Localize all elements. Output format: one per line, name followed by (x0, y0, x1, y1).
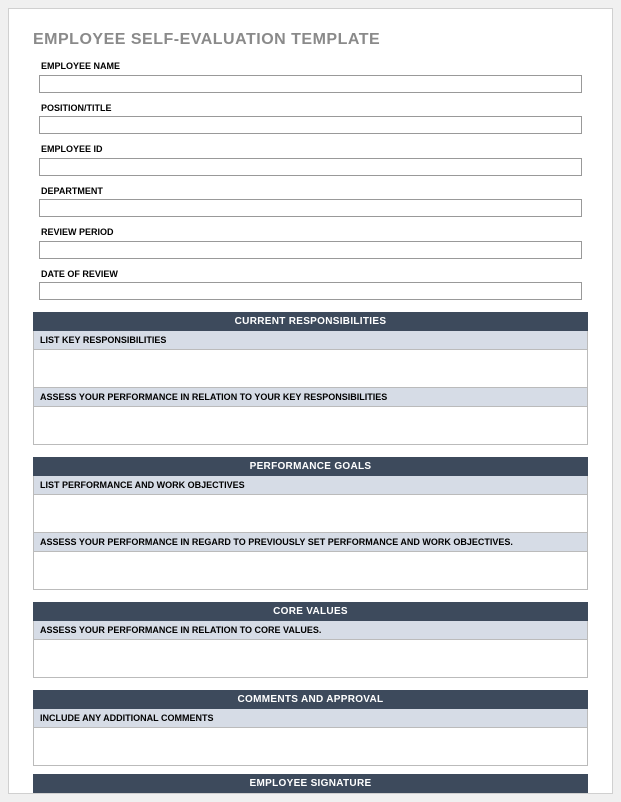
section-sub-label: LIST KEY RESPONSIBILITIES (33, 331, 588, 350)
section-core-values: CORE VALUES ASSESS YOUR PERFORMANCE IN R… (33, 602, 588, 678)
field-date-of-review: DATE OF REVIEW (39, 269, 582, 301)
section-header: CORE VALUES (33, 602, 588, 621)
section-header: CURRENT RESPONSIBILITIES (33, 312, 588, 331)
employee-name-input[interactable] (39, 75, 582, 93)
field-position-title: POSITION/TITLE (39, 103, 582, 135)
department-input[interactable] (39, 199, 582, 217)
section-header: PERFORMANCE GOALS (33, 457, 588, 476)
section-employee-signature: EMPLOYEE SIGNATURE (33, 774, 588, 793)
goals-list-input[interactable] (33, 495, 588, 533)
document-page: EMPLOYEE SELF-EVALUATION TEMPLATE EMPLOY… (8, 8, 613, 794)
field-label: EMPLOYEE NAME (39, 61, 582, 71)
section-sub-label: INCLUDE ANY ADDITIONAL COMMENTS (33, 709, 588, 728)
page-title: EMPLOYEE SELF-EVALUATION TEMPLATE (33, 31, 588, 49)
field-label: REVIEW PERIOD (39, 227, 582, 237)
section-performance-goals: PERFORMANCE GOALS LIST PERFORMANCE AND W… (33, 457, 588, 590)
section-header: EMPLOYEE SIGNATURE (33, 774, 588, 793)
section-sub-label: ASSESS YOUR PERFORMANCE IN REGARD TO PRE… (33, 533, 588, 552)
date-of-review-input[interactable] (39, 282, 582, 300)
field-department: DEPARTMENT (39, 186, 582, 218)
review-period-input[interactable] (39, 241, 582, 259)
section-header: COMMENTS AND APPROVAL (33, 690, 588, 709)
field-review-period: REVIEW PERIOD (39, 227, 582, 259)
employee-id-input[interactable] (39, 158, 582, 176)
responsibilities-list-input[interactable] (33, 350, 588, 388)
section-comments-approval: COMMENTS AND APPROVAL INCLUDE ANY ADDITI… (33, 690, 588, 766)
field-employee-name: EMPLOYEE NAME (39, 61, 582, 93)
section-sub-label: ASSESS YOUR PERFORMANCE IN RELATION TO C… (33, 621, 588, 640)
field-label: EMPLOYEE ID (39, 144, 582, 154)
core-values-input[interactable] (33, 640, 588, 678)
section-sub-label: ASSESS YOUR PERFORMANCE IN RELATION TO Y… (33, 388, 588, 407)
field-label: DATE OF REVIEW (39, 269, 582, 279)
field-label: POSITION/TITLE (39, 103, 582, 113)
goals-assess-input[interactable] (33, 552, 588, 590)
fields-area: EMPLOYEE NAME POSITION/TITLE EMPLOYEE ID… (33, 61, 588, 300)
field-label: DEPARTMENT (39, 186, 582, 196)
section-sub-label: LIST PERFORMANCE AND WORK OBJECTIVES (33, 476, 588, 495)
field-employee-id: EMPLOYEE ID (39, 144, 582, 176)
comments-input[interactable] (33, 728, 588, 766)
section-current-responsibilities: CURRENT RESPONSIBILITIES LIST KEY RESPON… (33, 312, 588, 445)
position-title-input[interactable] (39, 116, 582, 134)
responsibilities-assess-input[interactable] (33, 407, 588, 445)
spacer (33, 766, 588, 774)
